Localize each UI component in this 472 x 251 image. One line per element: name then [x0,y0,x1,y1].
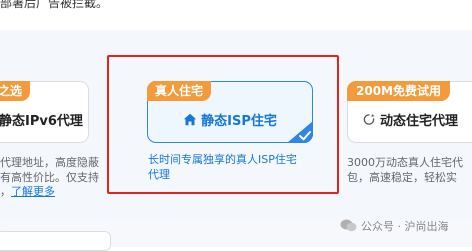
plan-title: 动态住宅代理 [380,114,459,129]
top-note: 部署后广告被拦截。 [0,0,109,10]
plan-badge: 之选 [0,81,31,101]
desc-line: 代理地址，高度隐蔽 [0,156,99,169]
learn-more-link[interactable]: 了解更多 [11,185,55,198]
partial-card-bottom [0,231,111,251]
watermark-text: 公众号 · 沪尚出海 [361,220,449,233]
plan-description-dynamic-residential: 3000万动态真人住宅代 包，高速稳定，轻松实 [347,156,463,185]
plan-card-static-ipv6[interactable]: 之选 静态IPv6代理 [0,81,89,143]
refresh-icon [363,114,375,125]
plan-badge: 200M免费试用 [347,81,450,101]
desc-line-more: ，了解更多 [0,185,55,198]
highlight-box [107,55,339,194]
watermark: 公众号 · 沪尚出海 [340,218,449,234]
desc-line: 3000万动态真人住宅代 [347,156,463,169]
wechat-icon [340,219,357,232]
plan-title-row: 动态住宅代理 [362,110,472,129]
plan-title: 静态IPv6代理 [0,114,83,129]
desc-line: 包，高速稳定，轻松实 [347,170,457,184]
plan-description-static-ipv6: 代理地址，高度隐蔽 有高性价比。仅支持 ，了解更多 [0,156,99,200]
desc-line: 有高性价比。仅支持 [0,170,99,184]
plan-card-dynamic-residential[interactable]: 200M免费试用 动态住宅代理 [347,81,472,143]
